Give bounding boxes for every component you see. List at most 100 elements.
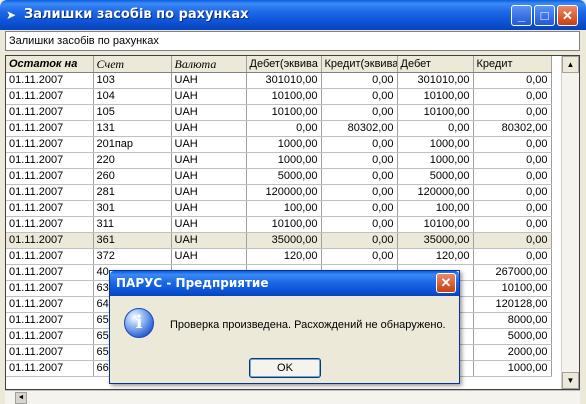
table-cell: 80302,00 [321, 120, 398, 137]
table-cell: UAH [171, 136, 247, 153]
table-cell: 1000,00 [397, 152, 474, 169]
table-cell: 01.11.2007 [6, 248, 94, 265]
table-cell: UAH [171, 168, 247, 185]
table-cell: 0,00 [321, 232, 398, 249]
table-cell: 10100,00 [397, 88, 474, 105]
table-cell: 0,00 [321, 72, 398, 89]
scroll-up-icon[interactable]: ▲ [562, 56, 579, 73]
table-cell: 201пар [93, 136, 172, 153]
table-row[interactable]: 01.11.2007 104 UAH 10100,00 0,00 10100,00 0,00 [6, 88, 552, 105]
table-cell: 0,00 [397, 120, 474, 137]
table-cell: 0,00 [473, 168, 552, 185]
table-cell: 100,00 [246, 200, 322, 217]
table-row[interactable]: 01.11.2007 301 UAH 100,00 0,00 100,00 0,00 [6, 200, 552, 217]
table-cell: 1000,00 [246, 136, 322, 153]
scroll-left-icon[interactable]: ◄ [15, 392, 27, 404]
table-cell: 120128,00 [473, 296, 552, 313]
ok-button[interactable]: OK [249, 358, 321, 378]
table-cell: 220 [93, 152, 172, 169]
column-header[interactable]: Кредит(эквива [321, 56, 398, 73]
table-cell: UAH [171, 120, 247, 137]
table-cell: 01.11.2007 [6, 264, 94, 281]
table-cell: 1000,00 [397, 136, 474, 153]
table-cell: 0,00 [473, 184, 552, 201]
table-row[interactable]: 01.11.2007 201пар UAH 1000,00 0,00 1000,00 0,0… [6, 136, 552, 153]
table-cell: 0,00 [473, 152, 552, 169]
table-cell: 10100,00 [473, 280, 552, 297]
table-row[interactable]: 01.11.2007 220 UAH 1000,00 0,00 1000,00 0,00 [6, 152, 552, 169]
table-cell: 35000,00 [246, 232, 322, 249]
table-row[interactable]: 01.11.2007 131 UAH 0,00 80302,00 0,00 80302,00 [6, 120, 552, 137]
table-cell: 0,00 [473, 88, 552, 105]
table-cell: 0,00 [473, 136, 552, 153]
table-cell: UAH [171, 200, 247, 217]
column-header[interactable]: Дебет [397, 56, 474, 73]
table-cell: 10100,00 [246, 104, 322, 121]
table-header-row: Остаток на Счет Валюта Дебет(эквива Кредит(э… [6, 56, 552, 73]
table-cell: 0,00 [473, 72, 552, 89]
column-header[interactable]: Кредит [473, 56, 552, 73]
window-title: Залишки засобів по рахунках [24, 7, 249, 22]
table-cell: 01.11.2007 [6, 360, 94, 377]
table-row[interactable]: 01.11.2007 260 UAH 5000,00 0,00 5000,00 0,00 [6, 168, 552, 185]
message-dialog: ПАРУС - Предприятие ✕ i Проверка произве… [109, 270, 460, 384]
info-icon: i [124, 308, 154, 338]
table-cell: 01.11.2007 [6, 88, 94, 105]
table-cell: 01.11.2007 [6, 184, 94, 201]
close-button[interactable]: ✕ [557, 5, 578, 26]
column-header[interactable]: Остаток на [6, 56, 94, 73]
table-cell: 372 [93, 248, 172, 265]
column-header[interactable]: Счет [93, 56, 172, 73]
dialog-close-button[interactable]: ✕ [436, 273, 456, 293]
table-cell: 0,00 [321, 168, 398, 185]
table-cell: 311 [93, 216, 172, 233]
table-cell: 120,00 [246, 248, 322, 265]
table-cell: 0,00 [321, 152, 398, 169]
table-cell: 120000,00 [246, 184, 322, 201]
horizontal-scrollbar[interactable]: ◄ [5, 390, 580, 404]
table-cell: 80302,00 [473, 120, 552, 137]
table-cell: 0,00 [473, 216, 552, 233]
maximize-button[interactable]: □ [534, 5, 555, 26]
table-cell: 131 [93, 120, 172, 137]
table-cell: 0,00 [473, 232, 552, 249]
table-cell: 0,00 [321, 136, 398, 153]
table-cell: 01.11.2007 [6, 312, 94, 329]
table-cell: 8000,00 [473, 312, 552, 329]
table-row[interactable]: 01.11.2007 105 UAH 10100,00 0,00 10100,00 0,00 [6, 104, 552, 121]
table-cell: 120000,00 [397, 184, 474, 201]
vertical-scrollbar[interactable]: ▲ ▼ [561, 56, 579, 389]
table-row[interactable]: 01.11.2007 311 UAH 10100,00 0,00 10100,00 0,00 [6, 216, 552, 233]
table-cell: 10100,00 [246, 216, 322, 233]
table-cell: 2000,00 [473, 344, 552, 361]
column-header[interactable]: Дебет(эквива [246, 56, 322, 73]
table-cell: UAH [171, 232, 247, 249]
table-cell: 301010,00 [397, 72, 474, 89]
table-cell: UAH [171, 88, 247, 105]
table-cell: 01.11.2007 [6, 296, 94, 313]
table-cell: 120,00 [397, 248, 474, 265]
column-header[interactable]: Валюта [171, 56, 247, 73]
table-row[interactable]: 01.11.2007 281 UAH 120000,00 0,00 120000,00 0,… [6, 184, 552, 201]
table-cell: 0,00 [321, 88, 398, 105]
scroll-down-icon[interactable]: ▼ [562, 372, 579, 389]
table-cell: 35000,00 [397, 232, 474, 249]
title-bar[interactable]: ➤ Залишки засобів по рахунках _ □ ✕ [0, 0, 586, 30]
table-row[interactable]: 01.11.2007 103 UAH 301010,00 0,00 301010,00 0,… [6, 72, 552, 89]
table-cell: 5000,00 [473, 328, 552, 345]
table-cell: UAH [171, 72, 247, 89]
table-cell: 301 [93, 200, 172, 217]
table-cell: UAH [171, 152, 247, 169]
table-cell: 01.11.2007 [6, 168, 94, 185]
table-cell: 10100,00 [246, 88, 322, 105]
table-cell: 0,00 [321, 216, 398, 233]
minimize-button[interactable]: _ [511, 5, 532, 26]
table-cell: 1000,00 [473, 360, 552, 377]
table-row[interactable]: 01.11.2007 372 UAH 120,00 0,00 120,00 0,00 [6, 248, 552, 265]
table-cell: 0,00 [246, 120, 322, 137]
table-cell: 0,00 [321, 200, 398, 217]
table-row[interactable]: 01.11.2007 361 UAH 35000,00 0,00 35000,00 0,00 [6, 232, 552, 249]
dialog-message: Проверка произведена. Расхождений не обн… [170, 319, 446, 331]
table-cell: 0,00 [321, 184, 398, 201]
dialog-title-bar[interactable]: ПАРУС - Предприятие ✕ [110, 271, 459, 296]
